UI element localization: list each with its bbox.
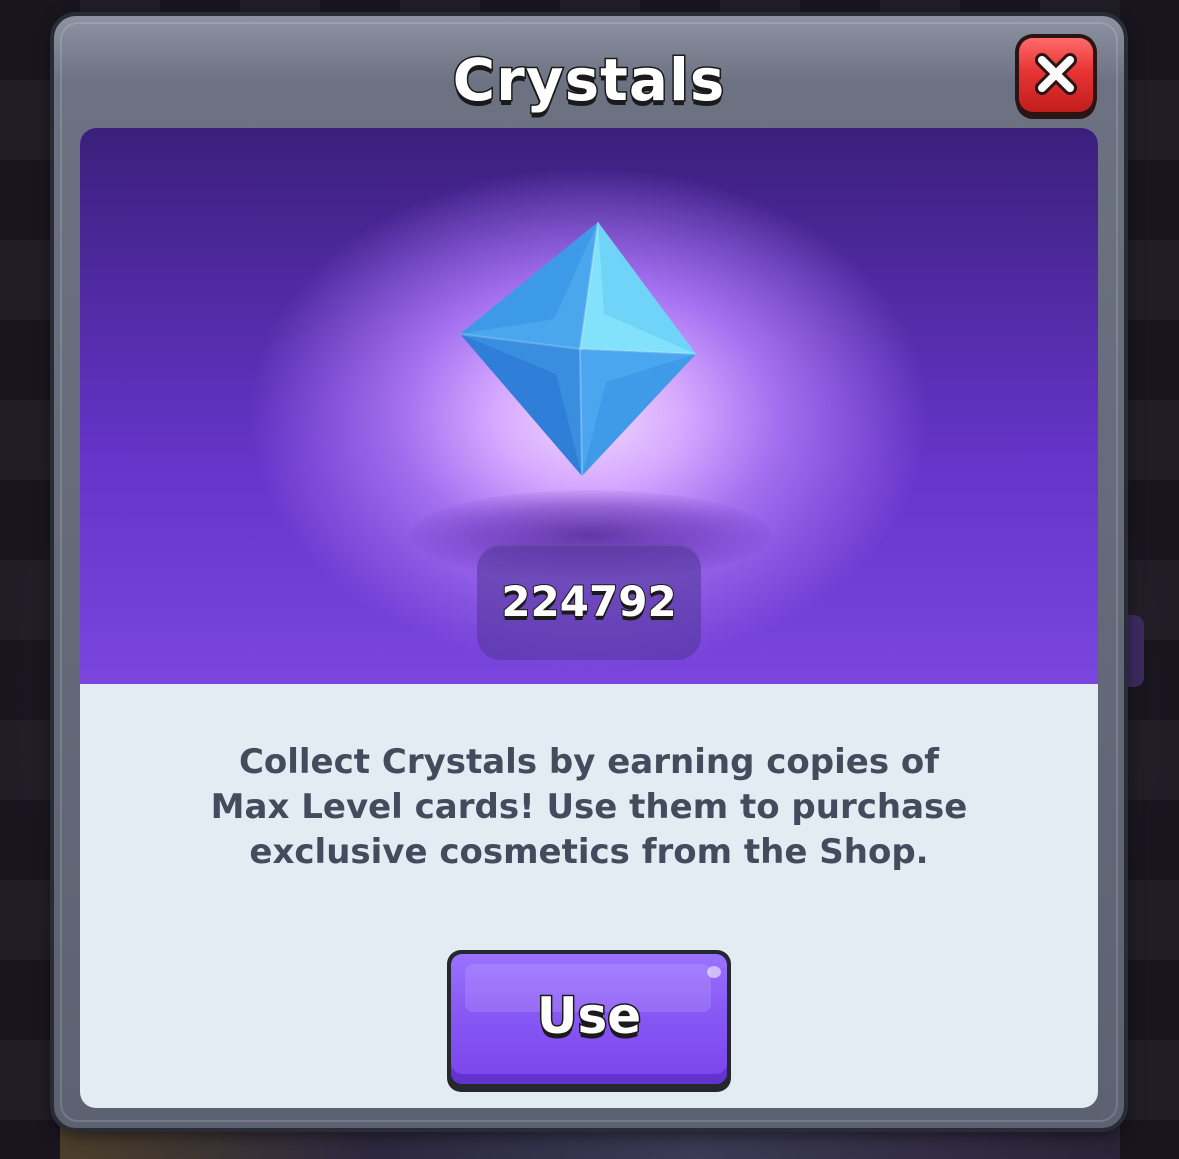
content-panel: 224792 Collect Crystals by earning copie…: [80, 128, 1098, 1108]
use-button-face: Use: [451, 954, 727, 1084]
description-line-1: Collect Crystals by earning copies of: [238, 742, 940, 782]
close-x-icon: [1035, 53, 1077, 95]
crystal-description: Collect Crystals by earning copies of Ma…: [140, 740, 1038, 875]
crystal-star-icon: [459, 221, 697, 477]
use-button[interactable]: Use: [447, 950, 731, 1092]
use-button-label: Use: [535, 986, 642, 1047]
description-line-3: exclusive cosmetics from the Shop.: [249, 832, 929, 872]
crystal-hero: 224792: [80, 128, 1098, 684]
close-button[interactable]: [1019, 38, 1093, 112]
crystals-dialog: Crystals 224792 Collect Crystals by earn…: [54, 16, 1124, 1128]
description-line-2: Max Level cards! Use them to purchase: [210, 787, 968, 827]
crystal-count-badge: 224792: [477, 544, 701, 660]
dialog-title: Crystals: [451, 45, 726, 116]
crystal-count: 224792: [500, 576, 677, 627]
